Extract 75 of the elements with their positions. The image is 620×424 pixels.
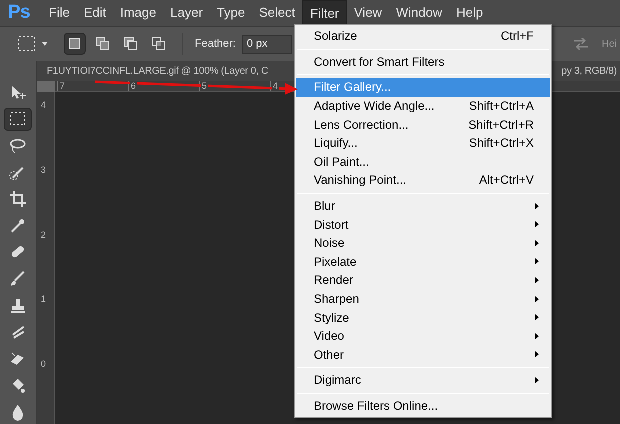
ruler-label: 0 bbox=[41, 359, 48, 372]
submenu-arrow-icon bbox=[535, 240, 539, 247]
tool-button[interactable] bbox=[4, 108, 32, 132]
submenu-arrow-icon bbox=[535, 376, 539, 384]
submenu-arrow-icon bbox=[535, 314, 539, 322]
eyedropper-icon bbox=[9, 216, 27, 235]
subtract-selection-icon bbox=[123, 36, 139, 52]
menu-item[interactable]: Lens Correction... Shift+Ctrl+R bbox=[296, 115, 550, 134]
height-label: Hei bbox=[602, 38, 618, 52]
shortcut-label: Shift+Ctrl+A bbox=[469, 98, 534, 116]
submenu-arrow-icon bbox=[535, 296, 539, 303]
menu-item[interactable]: Video bbox=[296, 326, 550, 346]
menu-item[interactable]: Convert for Smart Filters bbox=[296, 52, 550, 72]
menu-item[interactable]: Render bbox=[296, 271, 550, 290]
menu-item[interactable]: Stylize bbox=[296, 308, 550, 327]
feather-label: Feather: bbox=[195, 36, 236, 52]
menu-item[interactable]: Layer bbox=[164, 0, 210, 26]
menu-item[interactable]: Type bbox=[210, 0, 252, 26]
ruler-label: 1 bbox=[41, 294, 48, 306]
menu-item[interactable]: Help bbox=[449, 0, 490, 26]
shortcut-label: Alt+Ctrl+V bbox=[479, 172, 534, 190]
menu-item[interactable]: Digimarc bbox=[296, 371, 550, 390]
menu-item[interactable]: Distort bbox=[296, 215, 550, 234]
marquee-icon[interactable] bbox=[18, 36, 36, 52]
menu-item[interactable]: Liquify... Shift+Ctrl+X bbox=[296, 134, 550, 153]
ruler-label: 5 bbox=[201, 81, 208, 91]
submenu-arrow-icon bbox=[535, 332, 539, 340]
menu-item[interactable]: Sharpen bbox=[296, 290, 550, 308]
shortcut-label: Ctrl+F bbox=[501, 28, 534, 46]
ruler-label: 2 bbox=[41, 230, 48, 242]
ruler-label: 4 bbox=[272, 81, 280, 91]
menu-item[interactable]: Blur bbox=[296, 196, 550, 216]
brush-icon bbox=[9, 270, 27, 288]
menu-item[interactable]: Pixelate bbox=[296, 252, 550, 272]
ruler-label: 3 bbox=[41, 164, 48, 177]
menu-item[interactable]: Solarize Ctrl+F bbox=[296, 27, 550, 46]
add-selection-icon bbox=[95, 36, 111, 52]
caret-icon[interactable] bbox=[42, 42, 48, 46]
menu-item[interactable]: Adaptive Wide Angle... Shift+Ctrl+A bbox=[296, 96, 550, 116]
menu-item[interactable]: Edit bbox=[76, 0, 114, 26]
document-title-end: py 3, RGB/8) bbox=[562, 64, 617, 78]
shortcut-label: Shift+Ctrl+R bbox=[468, 116, 534, 134]
shortcut-label: Shift+Ctrl+X bbox=[469, 135, 534, 152]
menu-item[interactable]: Select bbox=[252, 0, 302, 26]
marquee-icon bbox=[9, 110, 27, 128]
selection-mode-button[interactable] bbox=[64, 33, 86, 55]
menu-item[interactable]: Image bbox=[113, 0, 164, 26]
crop-icon bbox=[9, 190, 27, 208]
submenu-arrow-icon bbox=[535, 276, 539, 284]
eraser-icon bbox=[9, 350, 27, 368]
submenu-arrow-icon bbox=[535, 258, 539, 266]
menu-item[interactable]: File bbox=[42, 0, 77, 26]
menu-item[interactable]: Filter bbox=[302, 0, 348, 26]
new-selection-icon bbox=[67, 36, 83, 52]
menu-item[interactable]: Other bbox=[296, 346, 550, 364]
menu-item[interactable]: View bbox=[347, 0, 390, 26]
menu-item[interactable]: Vanishing Point... Alt+Ctrl+V bbox=[296, 171, 550, 190]
ruler-corner bbox=[37, 81, 55, 92]
stamp-icon bbox=[9, 296, 27, 315]
document-title[interactable]: F1UYTIOI7CCINFL.LARGE.gif @ 100% (Layer 0, C bbox=[47, 64, 268, 78]
menu-item[interactable]: Oil Paint... bbox=[296, 152, 550, 172]
feather-field[interactable]: 0 px bbox=[242, 34, 292, 54]
submenu-arrow-icon bbox=[535, 221, 539, 228]
submenu-arrow-icon bbox=[535, 351, 539, 358]
ruler-label: 7 bbox=[59, 81, 66, 91]
ruler-label: 6 bbox=[130, 81, 138, 91]
lasso-icon bbox=[9, 137, 27, 156]
menu-item[interactable]: Browse Filters Online... bbox=[296, 396, 550, 416]
move-arrow-icon bbox=[9, 84, 27, 102]
ruler-label: 4 bbox=[41, 100, 48, 112]
intersect-selection-icon bbox=[151, 36, 167, 52]
app-logo: Ps bbox=[7, 0, 32, 25]
submenu-arrow-icon bbox=[535, 202, 539, 210]
menu-item[interactable]: Window bbox=[389, 0, 450, 26]
menu-item[interactable]: Noise bbox=[296, 234, 550, 253]
